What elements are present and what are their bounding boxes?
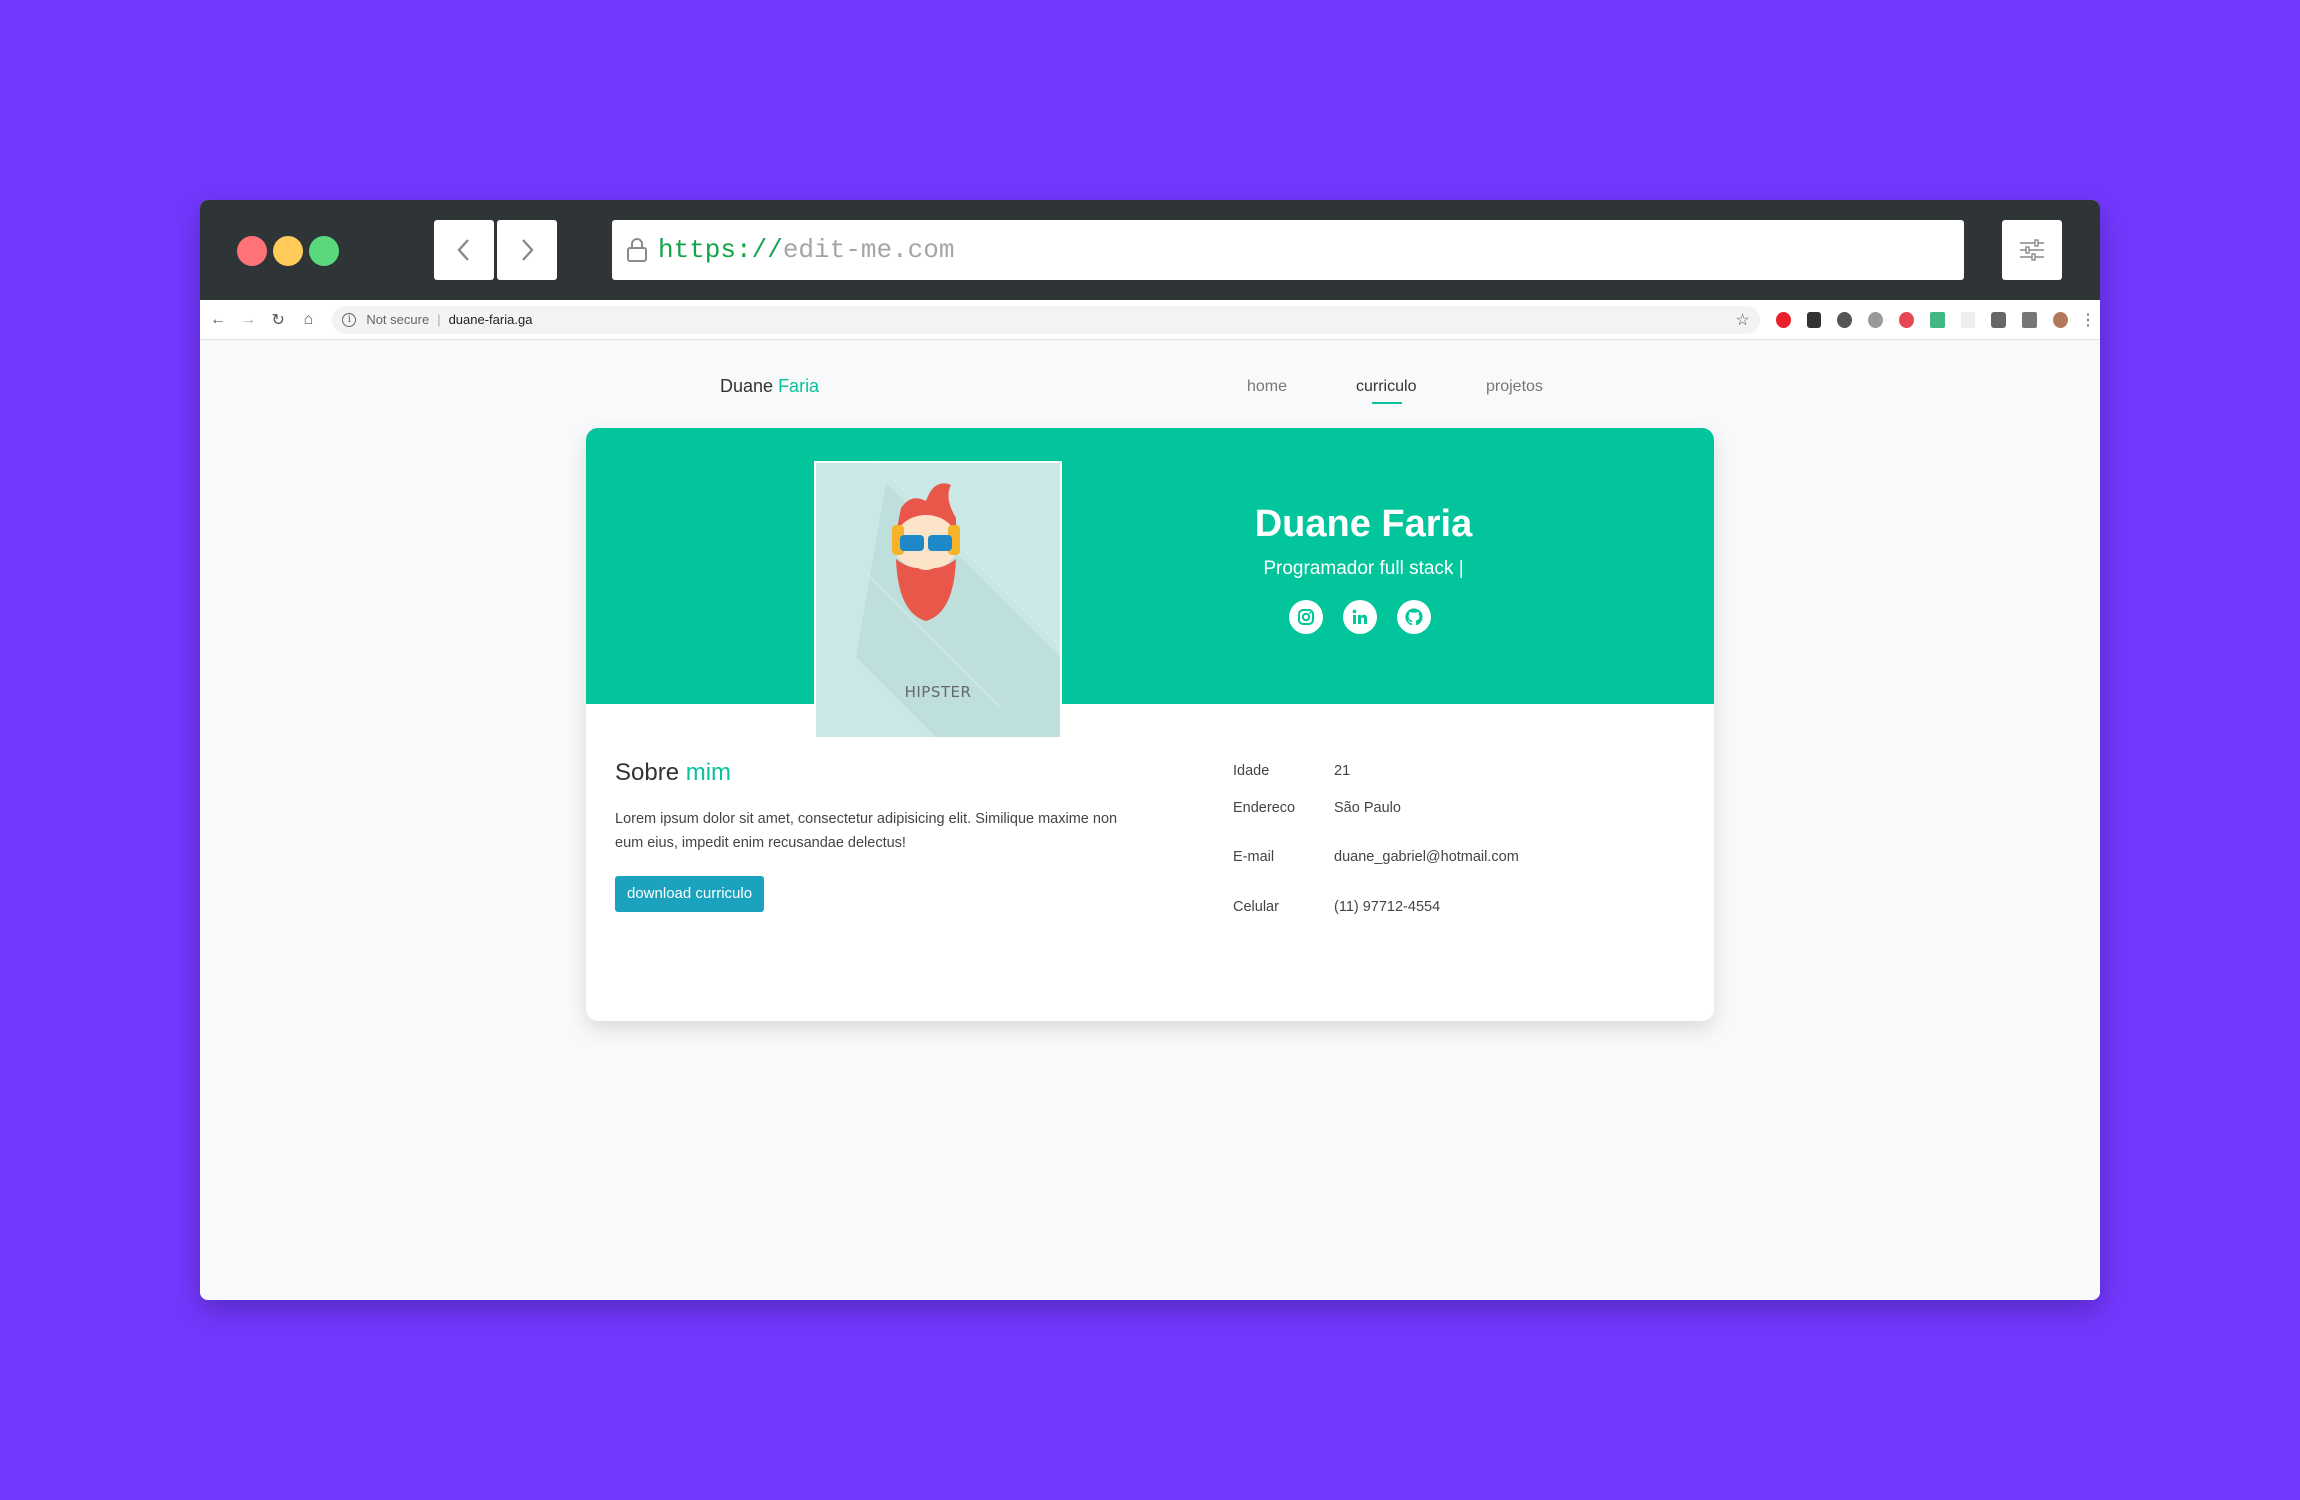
info-label: E-mail: [1233, 849, 1275, 865]
extensions-puzzle-icon[interactable]: [1991, 311, 2007, 328]
reload-icon[interactable]: ↻: [266, 307, 290, 333]
minimize-window-dot[interactable]: [273, 236, 303, 266]
nav-link-projetos[interactable]: projetos: [1486, 378, 1543, 396]
info-row-endereco: Endereco São Paulo: [1233, 800, 1401, 816]
kebab-menu-icon[interactable]: ⋮: [2076, 307, 2100, 333]
bookmark-star-icon[interactable]: ☆: [1735, 310, 1749, 330]
profile-role: Programador full stack |: [1263, 558, 1464, 579]
forward-arrow-icon[interactable]: →: [236, 307, 260, 333]
sliders-icon: [2020, 239, 2044, 261]
url-host: edit-me.com: [782, 235, 955, 265]
instagram-icon: [1298, 609, 1314, 625]
media-queue-icon[interactable]: [2022, 311, 2038, 328]
mock-forward-button[interactable]: [497, 220, 557, 280]
info-value: São Paulo: [1334, 800, 1401, 816]
linkedin-icon: [1352, 609, 1367, 624]
mock-settings-button[interactable]: [2002, 220, 2062, 280]
extension-dark-icon[interactable]: [1806, 311, 1822, 328]
about-title: Sobre mim: [615, 759, 731, 787]
avatar: HIPSTER: [814, 461, 1062, 739]
mock-url-bar[interactable]: https:// edit-me.com: [612, 220, 1964, 280]
avatar-caption: HIPSTER: [904, 683, 972, 701]
extension-grey-icon[interactable]: [1868, 311, 1883, 328]
address-bar[interactable]: i Not secure | duane-faria.ga ☆: [332, 305, 1760, 334]
info-row-email: E-mail duane_gabriel@hotmail.com: [1233, 849, 1519, 865]
profile-card: HIPSTER Duane Faria Programador full sta…: [586, 428, 1714, 1021]
mock-browser-header: https:// edit-me.com: [200, 200, 2100, 300]
page-content: Duane Faria home curriculo projetos HIPS…: [200, 341, 2100, 1300]
address-separator: |: [437, 312, 441, 327]
browser-toolbar: ← → ↻ ⌂ i Not secure | duane-faria.ga ☆ …: [200, 300, 2100, 340]
info-label: Idade: [1233, 763, 1270, 779]
extension-red-icon[interactable]: [1898, 311, 1914, 328]
chevron-right-icon: [522, 239, 534, 261]
mock-back-button[interactable]: [434, 220, 494, 280]
info-label: Endereco: [1233, 800, 1296, 816]
home-icon[interactable]: ⌂: [296, 307, 320, 333]
download-curriculo-button[interactable]: download curriculo: [615, 876, 765, 912]
nav-link-curriculo[interactable]: curriculo: [1356, 378, 1416, 396]
extension-group-icon[interactable]: [1837, 311, 1853, 328]
extension-blank-icon[interactable]: [1960, 311, 1976, 328]
about-title-accent: mim: [685, 759, 732, 786]
github-link[interactable]: [1397, 600, 1431, 634]
info-value: 21: [1334, 763, 1351, 779]
info-value: duane_gabriel@hotmail.com: [1334, 849, 1519, 865]
linkedin-link[interactable]: [1343, 600, 1377, 634]
browser-window: https:// edit-me.com ← → ↻ ⌂ i Not secur…: [200, 200, 2100, 1300]
about-title-first: Sobre: [615, 759, 680, 786]
site-url: duane-faria.ga: [448, 312, 533, 327]
nav-link-home[interactable]: home: [1247, 378, 1287, 396]
info-value: (11) 97712-4554: [1334, 899, 1441, 915]
security-label: Not secure: [366, 312, 430, 327]
profile-name: Duane Faria: [1254, 503, 1473, 545]
profile-card-header: [586, 428, 1714, 704]
back-arrow-icon[interactable]: ←: [206, 307, 230, 333]
info-label: Celular: [1233, 899, 1279, 915]
lock-icon: [627, 238, 647, 262]
chevron-left-icon: [457, 239, 469, 261]
instagram-link[interactable]: [1289, 600, 1323, 634]
info-row-idade: Idade 21: [1233, 763, 1350, 779]
close-window-dot[interactable]: [237, 236, 267, 266]
github-icon: [1405, 608, 1423, 626]
active-nav-underline: [1372, 402, 1402, 404]
extension-opera-icon[interactable]: [1775, 311, 1791, 328]
profile-avatar-icon[interactable]: [2053, 311, 2068, 328]
maximize-window-dot[interactable]: [309, 236, 339, 266]
info-icon[interactable]: i: [342, 312, 357, 327]
site-brand[interactable]: Duane Faria: [720, 376, 819, 397]
brand-last-name: Faria: [778, 376, 820, 396]
brand-first-name: Duane: [720, 376, 774, 396]
vue-devtools-icon[interactable]: [1929, 311, 1945, 328]
url-scheme: https://: [658, 235, 783, 265]
about-text: Lorem ipsum dolor sit amet, consectetur …: [615, 811, 1118, 851]
info-row-celular: Celular (11) 97712-4554: [1233, 899, 1440, 915]
